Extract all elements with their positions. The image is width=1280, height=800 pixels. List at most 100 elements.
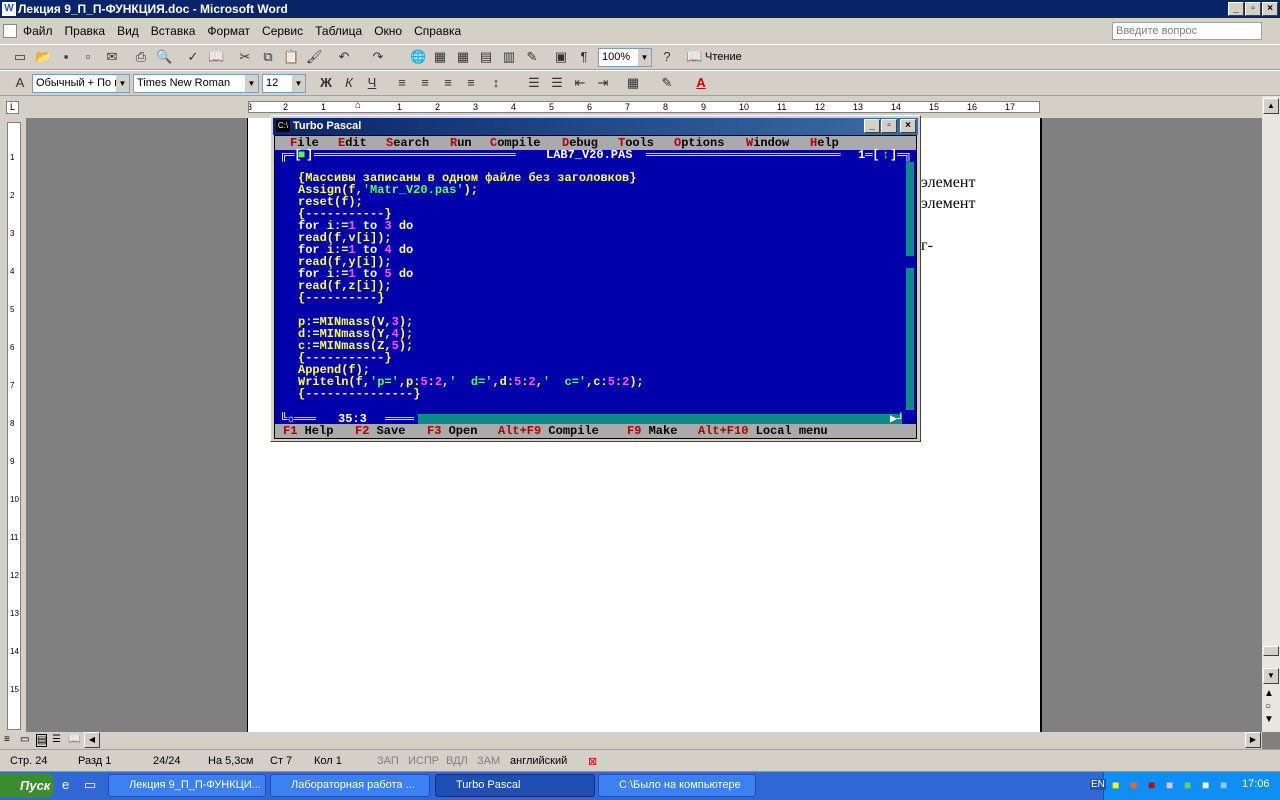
maximize-button[interactable]: ▫ (1245, 2, 1261, 16)
email-icon[interactable]: ✉ (104, 49, 120, 65)
menu-view[interactable]: Вид (111, 24, 145, 38)
tray-app-icon[interactable]: ■ (1112, 778, 1119, 792)
tab-selector-icon[interactable]: L (6, 101, 19, 114)
permission-icon[interactable]: ▫ (80, 49, 96, 65)
document-map-icon[interactable]: ▣ (553, 49, 569, 65)
tp-hint-compile[interactable]: Alt+F9 Compile (498, 425, 599, 437)
menu-tools[interactable]: Сервис (256, 24, 309, 38)
new-document-icon[interactable]: ▭ (12, 49, 28, 65)
task-word-lecture[interactable]: Лекция 9_П_П-ФУНКЦИ... (108, 774, 266, 797)
redo-icon[interactable]: ↷ (370, 49, 386, 65)
tray-app-icon[interactable]: ■ (1166, 778, 1173, 792)
tp-maximize-button[interactable]: ▫ (881, 119, 897, 133)
tp-hint-help[interactable]: F1 Help (283, 425, 333, 437)
outline-view-icon[interactable]: ☰ (52, 734, 61, 745)
tray-app-icon[interactable]: ■ (1130, 778, 1137, 792)
status-ovr[interactable]: ЗАМ (477, 755, 500, 767)
reading-view-icon[interactable]: 📖 (68, 734, 80, 745)
help-icon[interactable]: ? (659, 49, 675, 65)
drawing-icon[interactable]: ✎ (524, 49, 540, 65)
ruler-scale[interactable]: 3211234567891011121314151617⌂ (248, 101, 1040, 113)
tp-zoom-box-icon[interactable]: ↕ (882, 149, 889, 161)
network-icon[interactable]: ■ (1202, 778, 1209, 792)
font-select[interactable]: Times New Roman ▼ (133, 74, 259, 93)
research-icon[interactable]: 📖 (208, 49, 224, 65)
vertical-scrollbar[interactable]: ▲ ▼ ▲ ○ ▼ (1262, 96, 1280, 732)
align-center-icon[interactable]: ≡ (417, 75, 433, 91)
word-app-icon[interactable]: W (2, 2, 16, 16)
styles-icon[interactable]: A (12, 75, 28, 91)
tables-borders-icon[interactable]: ▦ (432, 49, 448, 65)
open-icon[interactable]: 📂 (35, 49, 51, 65)
numbering-icon[interactable]: ☰ (526, 75, 542, 91)
menu-file[interactable]: Файл (17, 24, 59, 38)
insert-excel-icon[interactable]: ▤ (478, 49, 494, 65)
vertical-ruler-scale[interactable]: 1 2 3 4 5 6 7 8 9 10 11 12 13 14 15 (7, 122, 21, 730)
scroll-up-icon[interactable]: ▲ (1263, 98, 1279, 114)
prev-page-icon[interactable]: ▲ (1264, 688, 1274, 699)
scroll-thumb[interactable] (1263, 646, 1279, 656)
menu-format[interactable]: Формат (201, 24, 256, 38)
next-page-icon[interactable]: ▼ (1264, 714, 1274, 725)
tp-close-box-icon[interactable]: ■ (298, 149, 305, 161)
insert-table-icon[interactable]: ▦ (455, 49, 471, 65)
menu-insert[interactable]: Вставка (145, 24, 202, 38)
status-ext[interactable]: ВДЛ (446, 755, 468, 767)
scroll-right-icon[interactable]: ▶ (1245, 732, 1261, 748)
bold-icon[interactable]: Ж (318, 75, 334, 91)
task-turbo-pascal[interactable]: Turbo Pascal (435, 774, 595, 797)
undo-icon[interactable]: ↶ (336, 49, 352, 65)
start-button[interactable]: Пуск (0, 773, 54, 798)
reading-button[interactable]: Чтение (705, 51, 742, 63)
tp-hint-save[interactable]: F2 Save (355, 425, 405, 437)
volume-icon[interactable]: ■ (1220, 778, 1227, 792)
justify-icon[interactable]: ≡ (463, 75, 479, 91)
align-left-icon[interactable]: ≡ (394, 75, 410, 91)
hyperlink-icon[interactable]: 🌐 (410, 49, 426, 65)
italic-icon[interactable]: К (341, 75, 357, 91)
underline-icon[interactable]: Ч (364, 75, 380, 91)
bullets-icon[interactable]: ☰ (549, 75, 565, 91)
tp-horizontal-scrollbar[interactable] (418, 414, 902, 424)
columns-icon[interactable]: ▥ (501, 49, 517, 65)
scroll-left-icon[interactable]: ◀ (84, 732, 100, 748)
print-icon[interactable]: ⎙ (133, 49, 149, 65)
status-rec[interactable]: ЗАП (377, 755, 399, 767)
line-spacing-icon[interactable]: ↕ (488, 75, 504, 91)
format-painter-icon[interactable]: 🖌 (306, 49, 323, 65)
tp-scroll-thumb[interactable] (906, 256, 914, 268)
print-preview-icon[interactable]: 🔍 (156, 49, 172, 65)
tp-close-button[interactable]: × (900, 119, 916, 133)
turbo-pascal-title-bar[interactable]: Turbo Pascal (273, 118, 918, 135)
menu-edit[interactable]: Правка (59, 24, 112, 38)
status-trk[interactable]: ИСПР (408, 755, 439, 767)
tp-hint-make[interactable]: F9 Make (627, 425, 677, 437)
spelling-icon[interactable]: ✓ (185, 49, 201, 65)
tp-minimize-button[interactable]: _ (864, 119, 880, 133)
align-right-icon[interactable]: ≡ (440, 75, 456, 91)
cut-icon[interactable]: ✂ (237, 49, 253, 65)
normal-view-icon[interactable]: ≡ (4, 734, 10, 745)
borders-icon[interactable]: ▦ (625, 75, 641, 91)
console-icon[interactable]: C:\ (276, 120, 290, 132)
style-select[interactable]: Обычный + По ц ▼ (32, 74, 130, 93)
print-layout-icon[interactable]: ▤ (36, 734, 48, 747)
tray-app-icon[interactable]: ■ (1184, 778, 1191, 792)
ask-question-input[interactable]: Введите вопрос (1112, 22, 1262, 40)
menu-doc-icon[interactable] (3, 24, 17, 38)
copy-icon[interactable]: ⧉ (260, 49, 276, 65)
horizontal-scrollbar[interactable]: ≡ ▭ ▤ ☰ 📖 ◀ ▶ (0, 732, 1262, 749)
tp-scroll-right-icon[interactable]: ▶┘ (890, 413, 904, 425)
tp-hint-local-menu[interactable]: Alt+F10 Local menu (698, 425, 828, 437)
antivirus-icon[interactable]: ■ (1148, 778, 1155, 792)
menu-help[interactable]: Справка (408, 24, 467, 38)
highlight-icon[interactable]: ✎ (659, 75, 675, 91)
ie-icon[interactable]: e (62, 777, 69, 792)
save-icon[interactable]: ▪ (58, 49, 74, 65)
reading-icon[interactable]: 📖 (686, 49, 702, 65)
web-view-icon[interactable]: ▭ (20, 734, 29, 745)
paste-icon[interactable]: 📋 (283, 49, 299, 65)
decrease-indent-icon[interactable]: ⇤ (572, 75, 588, 91)
task-explorer[interactable]: C:\Было на компьютере (598, 774, 756, 797)
task-word-lab[interactable]: Лабораторная работа ... (270, 774, 430, 797)
